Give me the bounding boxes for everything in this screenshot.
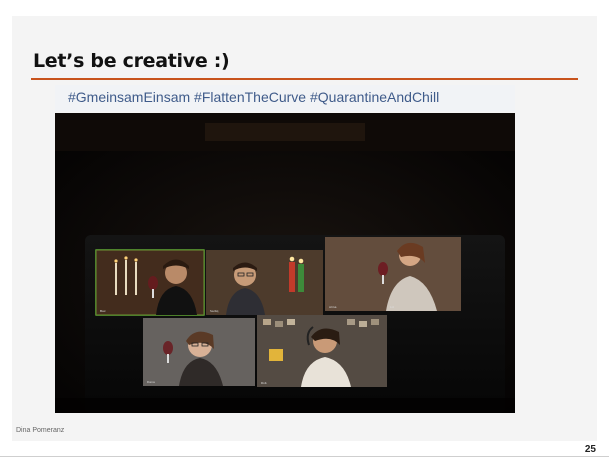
svg-text:Sadiq: Sadiq [210, 309, 218, 313]
title-divider [31, 78, 578, 80]
svg-text:Liz: Liz [390, 305, 395, 309]
page-number: 25 [584, 444, 596, 455]
svg-text:Rob: Rob [261, 381, 267, 385]
presentation-slide: Let’s be creative :) #GmeinsamEinsam #Fl… [0, 0, 609, 460]
slide-title: Let’s be creative :) [33, 50, 230, 72]
svg-text:Alina: Alina [329, 305, 337, 309]
video-call-illustration: Bax Sadiq Alina Liz Dana Rob [55, 113, 515, 413]
footer-divider [0, 456, 609, 457]
slide-author: Dina Pomeranz [16, 427, 65, 434]
participant-tile-top-right: Alina Liz [325, 237, 461, 311]
participant-tile-top-left: Bax [95, 249, 205, 316]
hashtag-text: #GmeinsamEinsam #FlattenTheCurve #Quaran… [68, 89, 440, 105]
svg-text:Bax: Bax [100, 309, 106, 313]
foreground-shadow [55, 398, 515, 413]
participant-tile-top-center: Sadiq [206, 250, 323, 315]
svg-text:Dana: Dana [147, 380, 155, 384]
participant-tile-bottom-left: Dana [143, 318, 255, 386]
participant-tile-bottom-right: Rob [257, 315, 387, 387]
video-call-photo: Bax Sadiq Alina Liz Dana Rob [55, 113, 515, 413]
